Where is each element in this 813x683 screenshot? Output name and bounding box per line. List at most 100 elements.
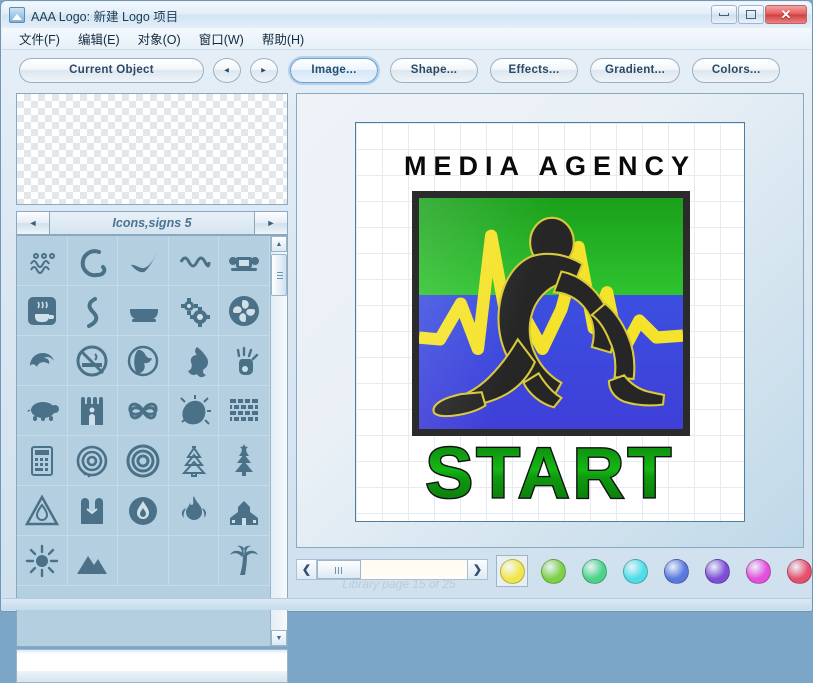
library-icon-cell[interactable]: [118, 486, 169, 536]
tab-shape[interactable]: Shape...: [390, 57, 478, 83]
vertical-scroll-thumb[interactable]: [271, 254, 287, 296]
menu-item-edit[interactable]: 编辑(E): [69, 27, 129, 50]
logo-start-text: START: [356, 432, 744, 524]
menu-item-file[interactable]: 文件(F): [10, 27, 69, 50]
object-preview-transparency[interactable]: [16, 93, 288, 205]
library-icon-cell[interactable]: [168, 386, 220, 436]
telephone-icon: [229, 256, 260, 271]
flame-icon: [181, 495, 206, 520]
waves-triple-icon: [29, 252, 55, 274]
close-icon: ✕: [780, 7, 792, 22]
close-button[interactable]: ✕: [765, 5, 807, 24]
library-icon-cell[interactable]: [118, 336, 169, 386]
library-icon-cell[interactable]: [118, 536, 169, 586]
library-icon-cell[interactable]: [67, 336, 119, 386]
s-curve-icon: [87, 296, 99, 328]
color-swatch-yellow[interactable]: [496, 555, 528, 587]
color-swatch-purple[interactable]: [701, 555, 733, 587]
library-icon-cell[interactable]: [118, 436, 169, 486]
color-swatch-cyan[interactable]: [619, 555, 651, 587]
library-prev-button[interactable]: ◄: [16, 211, 50, 235]
window-title: AAA Logo: 新建 Logo 项目: [31, 9, 179, 24]
color-swatch-yellow-green[interactable]: [537, 555, 569, 587]
library-icon-cell[interactable]: [219, 536, 270, 586]
color-swatch-green[interactable]: [578, 555, 610, 587]
current-object-button[interactable]: Current Object: [19, 57, 204, 83]
maximize-button[interactable]: [738, 5, 764, 24]
swatch-circle-green: [581, 558, 607, 584]
menu-item-window[interactable]: 窗口(W): [190, 27, 253, 50]
library-icon-cell[interactable]: [219, 486, 270, 536]
calculator-icon: [30, 445, 53, 476]
library-icon-cell[interactable]: [168, 436, 220, 486]
library-icon-cell[interactable]: [168, 286, 220, 336]
library-icon-cell[interactable]: [67, 286, 119, 336]
menu-item-help[interactable]: 帮助(H): [253, 27, 313, 50]
library-icon-cell[interactable]: [17, 336, 68, 386]
library-icon-cell[interactable]: [219, 236, 270, 286]
brick-wall-icon: [230, 398, 259, 421]
fire-warning-icon: [24, 493, 59, 525]
tab-effects[interactable]: Effects...: [490, 57, 578, 83]
library-icon-cell[interactable]: [219, 386, 270, 436]
globe-icon: [127, 345, 159, 376]
library-icon-cell[interactable]: [17, 286, 68, 336]
scroll-down-button[interactable]: ▼: [271, 630, 287, 646]
handprint-icon: [236, 346, 259, 375]
icon-library-grid: ▲ ▼: [16, 235, 288, 647]
library-icon-cell[interactable]: [168, 486, 220, 536]
logo-gloss-overlay: [419, 198, 588, 429]
panel-top-strip: [17, 650, 287, 654]
swatch-circle-crimson: [786, 558, 812, 584]
blank-icon: [177, 544, 211, 578]
library-icon-cell[interactable]: [118, 236, 169, 286]
library-selector: ◄ Icons,signs 5 ►: [16, 211, 288, 235]
library-next-button[interactable]: ►: [254, 211, 288, 235]
library-page-status: Library page 15 of 25: [342, 577, 456, 591]
color-swatch-crimson[interactable]: [783, 555, 813, 587]
swatch-circle-purple: [704, 558, 730, 584]
color-swatch-magenta[interactable]: [742, 555, 774, 587]
color-swatch-blue[interactable]: [660, 555, 692, 587]
library-icon-cell[interactable]: [17, 486, 68, 536]
library-icon-cell[interactable]: [219, 436, 270, 486]
library-icon-cell[interactable]: [17, 236, 68, 286]
scroll-up-button[interactable]: ▲: [271, 236, 287, 252]
swatch-circle-blue: [663, 558, 689, 584]
window-controls: ✕: [711, 5, 807, 24]
coffee-cup-icon: [27, 296, 56, 325]
pine-tree-icon: [235, 443, 254, 476]
library-icon-cell[interactable]: [219, 336, 270, 386]
panel-bottom-strip: [17, 671, 287, 682]
christmas-tree-outline-icon: [181, 445, 206, 477]
gears-icon: [180, 297, 210, 327]
menu-bar: 文件(F) 编辑(E) 对象(O) 窗口(W) 帮助(H): [2, 28, 811, 50]
library-icon-cell[interactable]: [118, 286, 169, 336]
library-icon-cell[interactable]: [67, 486, 119, 536]
library-icon-cell[interactable]: [168, 536, 220, 586]
library-icon-cell[interactable]: [17, 436, 68, 486]
library-icon-cell[interactable]: [67, 536, 119, 586]
library-icon-cell[interactable]: [168, 236, 220, 286]
tab-colors[interactable]: Colors...: [692, 57, 781, 83]
library-icon-cell[interactable]: [17, 536, 68, 586]
logo-image-box[interactable]: [412, 191, 690, 436]
menu-item-object[interactable]: 对象(O): [129, 27, 190, 50]
library-icon-cell[interactable]: [118, 386, 169, 436]
prev-object-button[interactable]: ◄: [213, 57, 241, 83]
logo-canvas[interactable]: MEDIA AGENCY START: [355, 122, 745, 522]
library-icon-cell[interactable]: [67, 386, 119, 436]
status-bar: [2, 598, 811, 610]
library-icon-cell[interactable]: [67, 436, 119, 486]
library-icon-cell[interactable]: [67, 236, 119, 286]
tab-gradient[interactable]: Gradient...: [590, 57, 681, 83]
globe-americas-icon: [187, 346, 208, 377]
icon-grid-vertical-scrollbar[interactable]: ▲ ▼: [270, 236, 287, 646]
library-icon-cell[interactable]: [219, 286, 270, 336]
next-object-button[interactable]: ►: [250, 57, 278, 83]
minimize-button[interactable]: [711, 5, 737, 24]
blank-icon: [126, 544, 160, 578]
library-icon-cell[interactable]: [168, 336, 220, 386]
tab-image[interactable]: Image...: [290, 57, 378, 83]
library-icon-cell[interactable]: [17, 386, 68, 436]
